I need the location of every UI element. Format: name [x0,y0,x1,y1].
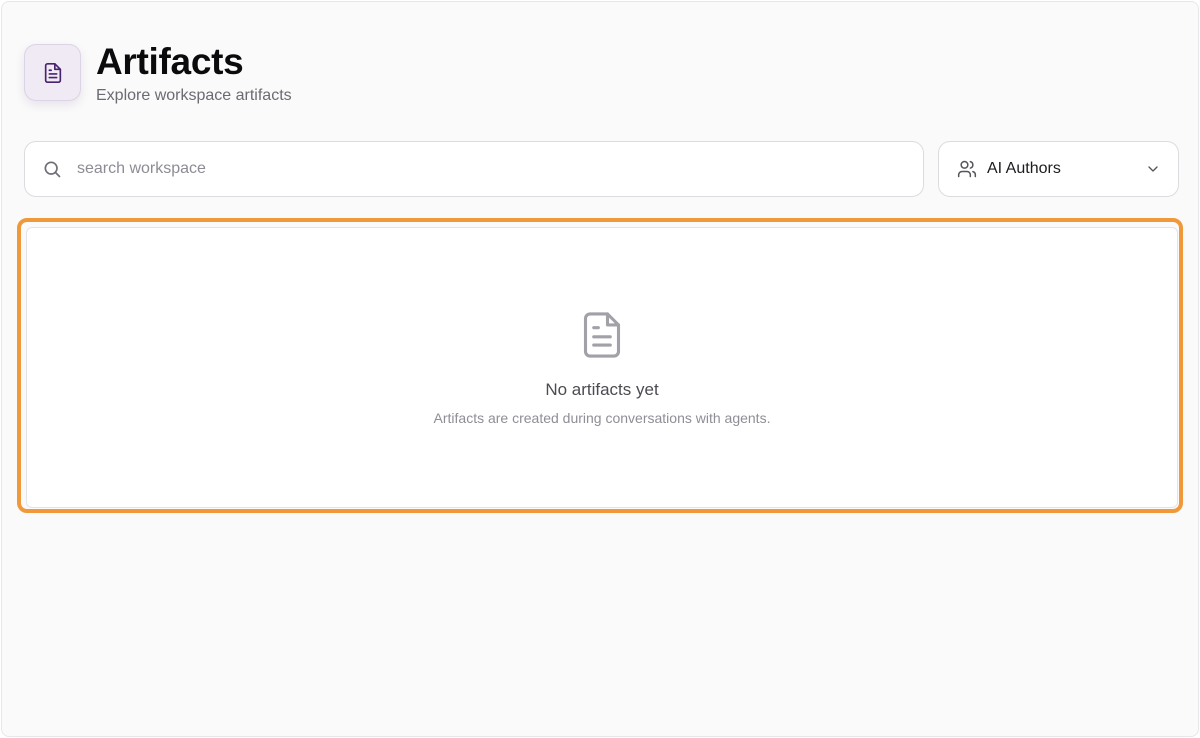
author-filter-value: AI Authors [987,160,1061,177]
artifacts-icon-badge [24,44,81,101]
search-icon [41,158,63,180]
highlight-outline [17,218,1183,513]
page-header: Artifacts Explore workspace artifacts [24,42,292,106]
search-box[interactable] [24,141,924,197]
author-filter-dropdown[interactable]: AI Authors [938,141,1179,197]
users-icon [956,158,978,180]
page-title: Artifacts [96,41,244,82]
page-subtitle: Explore workspace artifacts [96,87,292,104]
header-text: Artifacts Explore workspace artifacts [96,42,292,106]
chevron-down-icon [1144,160,1162,178]
search-input[interactable] [77,160,877,178]
document-icon [44,62,61,83]
